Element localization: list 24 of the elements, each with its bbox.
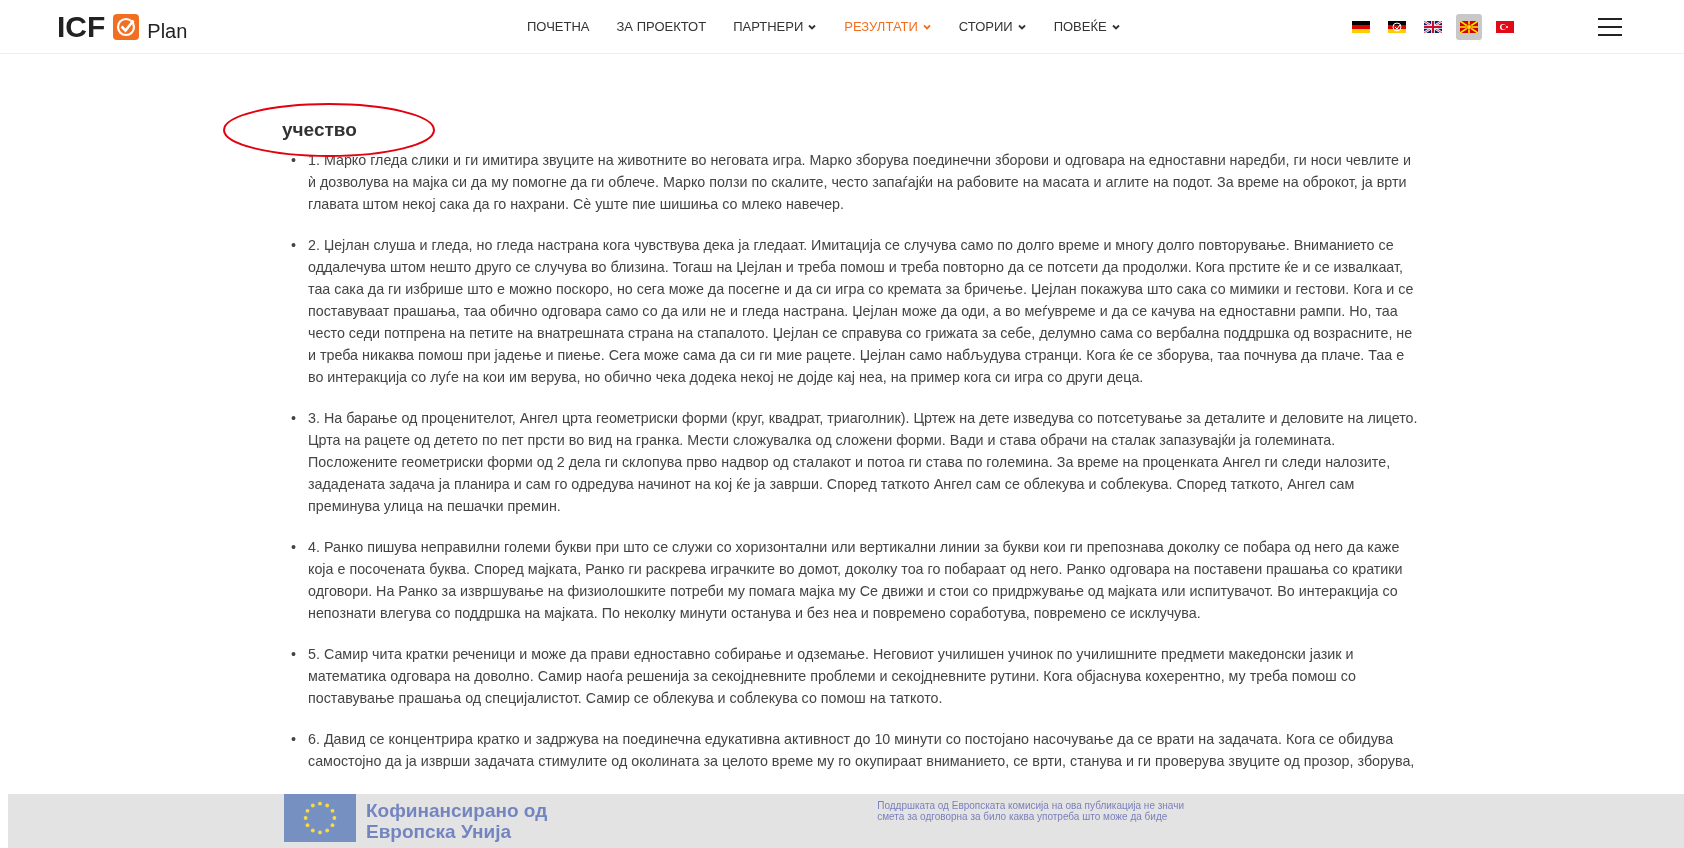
nav-link[interactable]: ПОЧЕТНА	[527, 19, 590, 34]
nav-link[interactable]: СТОРИИ	[958, 19, 1027, 34]
bullet: •	[290, 538, 297, 557]
nav-link[interactable]: ПОВЕЌЕ	[1053, 19, 1121, 34]
bullet: •	[290, 645, 297, 664]
section-heading: учество	[281, 118, 358, 142]
disclaimer-text: Поддршката од Европската комисија на ова публикација не значи смета за одговорна за било каква употреба што може да биде	[877, 799, 1184, 822]
paragraph: 5. Самир чита кратки реченици и може да прави едноставно собирање и одземање. Неговиот училишен учинок по училишните предмети македонски јазик и математика одговара на доволно. Самир наоѓа решенија за секојдневните проблеми и секојдневните рутини. Кога објаснува кохерентно, му треба помош со поставување прашања од специјалистот. Самир се облекува и соблекува со помош на таткото.	[308, 645, 1357, 708]
paragraph: 4. Ранко пишува неправилни големи букви при што се служи со хоризонтални или вертикални линии за букви кои ги препознава доколку се побара од него да каже која е посочената буква. Според мајката, Ранко ги раскрева играчките во домот, доколку тоа го побараат од него. Ранко одговара на поставени прашања со кратики одговори. На Ранко за извршување на физиолошките потреби му помага мајка му Се движи и стои со придржување од мајката или испитувачот. Во интеракција со непознати влегува со поддршка на мајката. По неколку минути останува и без неа и повремено соработува, повремено се исклучува.	[308, 538, 1404, 623]
paragraph: 6. Давид се концентрира кратко и задржува на поединечна едукативна активност до 10 минути со постојано насочување да се врати на задачата. Кога се обидува самостојно да ја изврши задачата стимулите од околината за целото време му го окупираат вниманието, се врти, станува и ги проверува звуците од прозор, зборува,	[308, 730, 1416, 771]
logo-text[interactable]: Plan	[147, 19, 188, 42]
bullet: •	[290, 151, 297, 170]
nav-link[interactable]: ПАРТНЕРИ	[733, 19, 818, 34]
logo-text[interactable]: ICF	[57, 11, 106, 42]
funding-title: Кофинансирано од Европска Унија	[366, 799, 548, 842]
bullet: •	[290, 236, 297, 255]
checkmark-icon	[113, 13, 140, 40]
bullet: •	[290, 730, 297, 749]
bullet: •	[290, 409, 297, 428]
menu-icon[interactable]	[1598, 17, 1622, 36]
eu-flag-icon	[284, 794, 356, 842]
paragraph: 3. На барање од проценителот, Ангел црта геометриски форми (круг, квадрат, триаголник). Цртеж на дете изведува со потсетување за деталите и деловите на лицето. Црта на рацете од детето по пет прсти во вид на гранка. Мести сложувалка од сложени форми. Вади и става обрачи на сталак запазувајќи ја големината. Посложените геометриски форми од 2 дела ги склопува прво надвор од сталакот и потоа ги става по големина. За време на проценката Ангел ги следи налозите, зададената задача ја планира и сам го одредува начинот на кој ќе ја заврши. Според таткото Ангел сам се облекува и соблекува. Според таткото, Ангел сам преминува улица на пешачки премин.	[308, 409, 1419, 516]
nav-link[interactable]: ЗА ПРОЕКТОТ	[616, 19, 707, 34]
paragraph: 2. Џејлан слуша и гледа, но гледа настрана кога чувствува дека ја гледаат. Имитација се случува само по долго време и многу долго повторување. Вниманието се оддалечува штом нешто друго се случува во близина. Тогаш на Џејлан и треба помош и треба повторно да се потсети да продолжи. Кога прстите ќе и се извалкаат, таа сака да ги избрише што е можно поскоро, но сега може да посегне и да си игра со кремата за бричење. Џејлан покажува што сака со мимики и гестови. Кога и се поставуваат прашања, таа обично одговара само со да или не и гледа настрана. Џејлан може да оди, а во меѓувреме и да се качува на едноставни рампи. Но, таа често седи потпрена на петите на внатрешната страна на стапалото. Џејлан се справува со грижата за себе, делумно сама со вербална поддршка од возрасните, не и треба никаква помош при јадење и пиење. Сега може сама да си ги мие рацете. Џејлан само набљудува странци. Кога ќе се зборува, таа почнува да плаче. Таа е во интеракција со луѓе на кои им верува, но обично чека додека некој не дојде кај неа, на пример кога си игра со други деца.	[308, 236, 1415, 387]
